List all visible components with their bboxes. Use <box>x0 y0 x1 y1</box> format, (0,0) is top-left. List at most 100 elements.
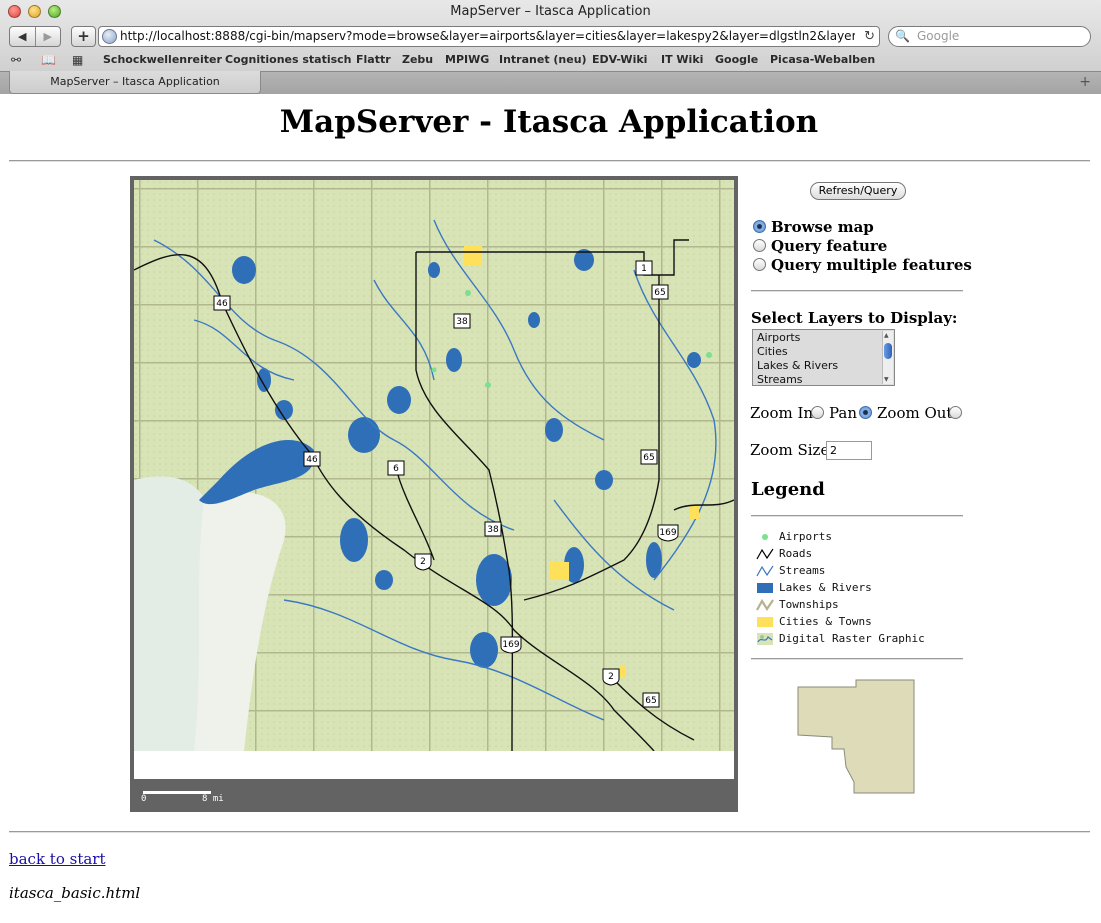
shield-label: 169 <box>659 528 676 538</box>
shield-label: 65 <box>654 288 665 298</box>
legend-label: Streams <box>779 564 826 577</box>
zoom-size-label: Zoom Size <box>750 441 830 459</box>
bookmarks-book-icon[interactable]: 📖 <box>41 51 56 69</box>
zoom-out-radio[interactable] <box>949 406 962 419</box>
close-window-button[interactable] <box>8 5 21 18</box>
new-tab-icon[interactable]: + <box>1079 74 1091 90</box>
road-line-icon <box>756 548 774 560</box>
footer-filename: itasca_basic.html <box>9 884 141 902</box>
shield-label: 2 <box>608 672 614 682</box>
search-placeholder: Google <box>917 29 960 43</box>
forward-icon[interactable]: ▶ <box>34 27 61 46</box>
legend-label: Airports <box>779 530 832 543</box>
shield-label: 169 <box>502 640 519 650</box>
mode-radio-query[interactable] <box>753 239 766 252</box>
scroll-down-icon[interactable]: ▼ <box>884 376 889 383</box>
bottom-divider <box>9 831 1090 833</box>
bookmark-item[interactable]: IT Wiki <box>661 51 703 69</box>
back-to-start-link[interactable]: back to start <box>9 850 106 868</box>
bookmarks-bar: ⚯ 📖 ▦ Schockwellenreiter Cognitiones sta… <box>0 51 1101 69</box>
reading-list-icon[interactable]: ⚯ <box>11 51 21 69</box>
layers-heading: Select Layers to Display: <box>751 309 958 327</box>
map-bottom-strip <box>134 751 734 779</box>
shield-label: 65 <box>645 696 656 706</box>
scale-bar-end: 8 mi <box>202 794 224 804</box>
map-frame: 1 65 46 38 46 6 65 38 2 169 169 2 65 0 8… <box>130 176 738 812</box>
window-title: MapServer – Itasca Application <box>450 4 651 19</box>
bookmark-item[interactable]: Zebu <box>402 51 433 69</box>
scale-bar: 0 8 mi <box>140 787 270 807</box>
tab-bar: MapServer – Itasca Application + <box>0 71 1101 94</box>
site-globe-icon <box>102 29 117 44</box>
back-icon[interactable]: ◀ <box>10 27 35 46</box>
pan-label: Pan <box>829 404 858 422</box>
zoom-in-radio[interactable] <box>811 406 824 419</box>
page-title: MapServer - Itasca Application <box>279 104 819 140</box>
shield-label: 1 <box>641 264 647 274</box>
lake-fill-icon <box>757 583 773 593</box>
shield-label: 2 <box>420 557 426 567</box>
browser-toolbar: ◀ ▶ + http://localhost:8888/cgi-bin/maps… <box>0 25 1101 49</box>
reload-icon[interactable]: ↻ <box>864 27 875 46</box>
search-icon: 🔍 <box>895 29 910 43</box>
scrollbar-thumb[interactable] <box>884 343 892 359</box>
shield-label: 38 <box>456 317 468 327</box>
legend-label: Cities & Towns <box>779 615 872 628</box>
history-buttons: ◀ ▶ <box>9 26 61 47</box>
bookmark-item[interactable]: MPIWG <box>445 51 489 69</box>
raster-graphic-icon <box>757 633 773 645</box>
zoom-size-input[interactable] <box>826 441 872 460</box>
map-image[interactable]: 1 65 46 38 46 6 65 38 2 169 169 2 65 <box>134 180 734 751</box>
refresh-query-button[interactable]: Refresh/Query <box>810 182 906 200</box>
city-fill-icon <box>757 617 773 627</box>
top-divider <box>9 160 1090 162</box>
layer-option[interactable]: Cities <box>757 345 788 359</box>
layers-scrollbar[interactable]: ▲ ▼ <box>882 331 893 384</box>
mode-label-browse: Browse map <box>771 218 874 236</box>
tab-itasca[interactable]: MapServer – Itasca Application <box>9 71 261 94</box>
legend-heading: Legend <box>751 479 825 500</box>
scale-bar-line <box>143 791 211 794</box>
shield-label: 38 <box>487 525 499 535</box>
shield-label: 65 <box>643 453 654 463</box>
legend-bottom-divider <box>751 658 963 660</box>
browser-chrome: MapServer – Itasca Application ◀ ▶ + htt… <box>0 0 1101 94</box>
url-text[interactable]: http://localhost:8888/cgi-bin/mapserv?mo… <box>120 27 855 46</box>
airport-dot-icon <box>762 534 768 540</box>
layer-option[interactable]: Airports <box>757 331 800 345</box>
legend-top-divider <box>751 515 963 517</box>
panel-divider <box>751 290 963 292</box>
layer-option[interactable]: Lakes & Rivers <box>757 359 838 373</box>
legend-label: Lakes & Rivers <box>779 581 872 594</box>
zoom-in-label: Zoom In <box>750 404 814 422</box>
search-field[interactable]: 🔍 Google <box>888 26 1091 47</box>
minimize-window-button[interactable] <box>28 5 41 18</box>
shield-label: 46 <box>216 299 228 309</box>
bookmark-item[interactable]: Google <box>715 51 758 69</box>
bookmark-item[interactable]: Picasa-Webalben <box>770 51 875 69</box>
scroll-up-icon[interactable]: ▲ <box>884 332 889 339</box>
zoom-window-button[interactable] <box>48 5 61 18</box>
address-bar[interactable]: http://localhost:8888/cgi-bin/mapserv?mo… <box>98 26 880 47</box>
bookmark-item[interactable]: Intranet (neu) <box>499 51 587 69</box>
legend-label: Roads <box>779 547 813 560</box>
top-sites-icon[interactable]: ▦ <box>72 51 83 69</box>
mode-radio-browse[interactable] <box>753 220 766 233</box>
bookmark-item[interactable]: Schockwellenreiter <box>103 51 222 69</box>
map-graphic: 1 65 46 38 46 6 65 38 2 169 169 2 65 <box>134 180 734 751</box>
reference-map[interactable] <box>796 677 920 795</box>
layers-select[interactable]: Airports Cities Lakes & Rivers Streams ▲… <box>752 329 895 386</box>
window-controls <box>8 5 61 18</box>
mode-label-query-multiple: Query multiple features <box>771 256 972 274</box>
bookmark-item[interactable]: Cognitiones statisch <box>225 51 352 69</box>
township-line-icon <box>756 598 774 612</box>
add-bookmark-button[interactable]: + <box>71 26 96 47</box>
scale-bar-start: 0 <box>141 794 147 804</box>
bookmark-item[interactable]: EDV-Wiki <box>592 51 647 69</box>
mode-radio-query-multiple[interactable] <box>753 258 766 271</box>
legend-label: Townships <box>779 598 839 611</box>
pan-radio[interactable] <box>859 406 872 419</box>
legend-label: Digital Raster Graphic <box>779 632 925 645</box>
layer-option[interactable]: Streams <box>757 373 803 385</box>
bookmark-item[interactable]: Flattr <box>356 51 391 69</box>
